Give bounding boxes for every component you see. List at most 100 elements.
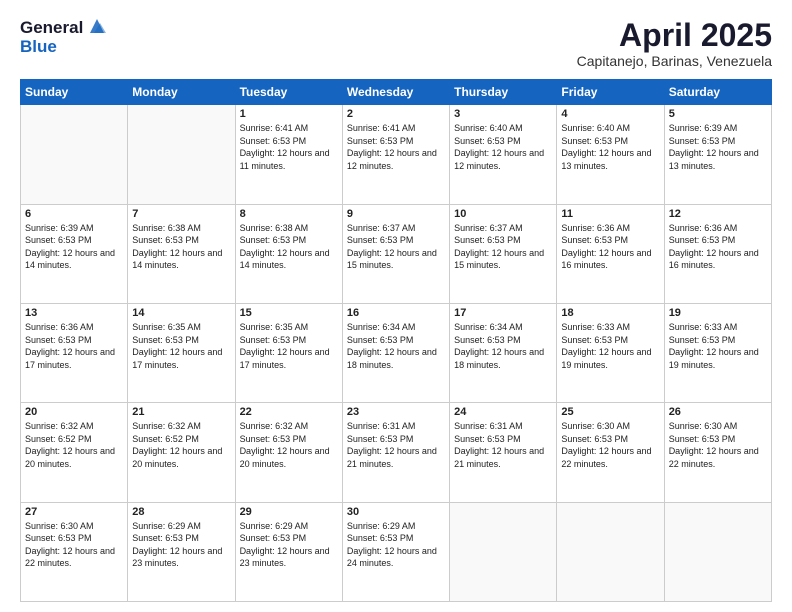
header-thursday: Thursday (450, 80, 557, 105)
day-info: Sunrise: 6:32 AM Sunset: 6:53 PM Dayligh… (240, 420, 338, 470)
title-month: April 2025 (577, 18, 772, 53)
calendar-week-2: 6Sunrise: 6:39 AM Sunset: 6:53 PM Daylig… (21, 204, 772, 303)
calendar-cell: 11 Sunrise: 6:36 AM Sunset: 6:53 PM Dayli… (557, 204, 664, 303)
day-info: Sunrise: 6:29 AM Sunset: 6:53 PM Dayligh… (240, 520, 338, 570)
day-number: 19 (669, 307, 767, 319)
calendar-cell: 16 Sunrise: 6:34 AM Sunset: 6:53 PM Dayli… (342, 303, 449, 402)
day-info: Sunrise: 6:41 AM Sunset: 6:53 PM Dayligh… (347, 122, 445, 172)
title-block: April 2025 Capitanejo, Barinas, Venezuel… (577, 18, 772, 69)
day-info: Sunrise: 6:33 AM Sunset: 6:53 PM Dayligh… (669, 321, 767, 371)
day-info: Sunrise: 6:29 AM Sunset: 6:53 PM Dayligh… (132, 520, 230, 570)
day-number: 30 (347, 506, 445, 518)
day-info: Sunrise: 6:39 AM Sunset: 6:53 PM Dayligh… (25, 222, 123, 272)
header-monday: Monday (128, 80, 235, 105)
day-info: Sunrise: 6:30 AM Sunset: 6:53 PM Dayligh… (669, 420, 767, 470)
calendar-cell: 3Sunrise: 6:40 AM Sunset: 6:53 PM Daylig… (450, 105, 557, 204)
day-info: Sunrise: 6:36 AM Sunset: 6:53 PM Dayligh… (561, 222, 659, 272)
day-info: Sunrise: 6:38 AM Sunset: 6:53 PM Dayligh… (132, 222, 230, 272)
day-info: Sunrise: 6:32 AM Sunset: 6:52 PM Dayligh… (25, 420, 123, 470)
calendar-week-4: 20 Sunrise: 6:32 AM Sunset: 6:52 PM Dayli… (21, 403, 772, 502)
day-number: 3 (454, 108, 552, 120)
calendar-cell: 30 Sunrise: 6:29 AM Sunset: 6:53 PM Dayli… (342, 502, 449, 601)
day-info: Sunrise: 6:34 AM Sunset: 6:53 PM Dayligh… (347, 321, 445, 371)
calendar-cell: 7 Sunrise: 6:38 AM Sunset: 6:53 PM Daylig… (128, 204, 235, 303)
day-info: Sunrise: 6:31 AM Sunset: 6:53 PM Dayligh… (454, 420, 552, 470)
calendar-cell: 24Sunrise: 6:31 AM Sunset: 6:53 PM Dayli… (450, 403, 557, 502)
day-info: Sunrise: 6:30 AM Sunset: 6:53 PM Dayligh… (561, 420, 659, 470)
day-number: 21 (132, 406, 230, 418)
day-number: 9 (347, 208, 445, 220)
day-number: 14 (132, 307, 230, 319)
day-number: 29 (240, 506, 338, 518)
calendar-cell: 25 Sunrise: 6:30 AM Sunset: 6:53 PM Dayli… (557, 403, 664, 502)
calendar-cell: 9 Sunrise: 6:37 AM Sunset: 6:53 PM Daylig… (342, 204, 449, 303)
day-number: 15 (240, 307, 338, 319)
calendar-cell: 12Sunrise: 6:36 AM Sunset: 6:53 PM Dayli… (664, 204, 771, 303)
day-info: Sunrise: 6:34 AM Sunset: 6:53 PM Dayligh… (454, 321, 552, 371)
calendar-week-3: 13Sunrise: 6:36 AM Sunset: 6:53 PM Dayli… (21, 303, 772, 402)
day-number: 10 (454, 208, 552, 220)
header-friday: Friday (557, 80, 664, 105)
calendar-cell: 26 Sunrise: 6:30 AM Sunset: 6:53 PM Dayli… (664, 403, 771, 502)
day-number: 26 (669, 406, 767, 418)
day-info: Sunrise: 6:35 AM Sunset: 6:53 PM Dayligh… (240, 321, 338, 371)
day-number: 23 (347, 406, 445, 418)
day-number: 17 (454, 307, 552, 319)
calendar-cell: 4 Sunrise: 6:40 AM Sunset: 6:53 PM Daylig… (557, 105, 664, 204)
header-saturday: Saturday (664, 80, 771, 105)
calendar-cell: 27 Sunrise: 6:30 AM Sunset: 6:53 PM Dayli… (21, 502, 128, 601)
title-location: Capitanejo, Barinas, Venezuela (577, 53, 772, 69)
logo-blue: Blue (20, 38, 108, 55)
day-info: Sunrise: 6:37 AM Sunset: 6:53 PM Dayligh… (454, 222, 552, 272)
calendar-cell: 17 Sunrise: 6:34 AM Sunset: 6:53 PM Dayli… (450, 303, 557, 402)
calendar-cell: 1 Sunrise: 6:41 AM Sunset: 6:53 PM Daylig… (235, 105, 342, 204)
day-info: Sunrise: 6:38 AM Sunset: 6:53 PM Dayligh… (240, 222, 338, 272)
day-number: 22 (240, 406, 338, 418)
calendar-cell (450, 502, 557, 601)
page: General Blue April 2025 Capitanejo, Bari… (0, 0, 792, 612)
day-info: Sunrise: 6:39 AM Sunset: 6:53 PM Dayligh… (669, 122, 767, 172)
header-sunday: Sunday (21, 80, 128, 105)
calendar-cell (21, 105, 128, 204)
day-number: 2 (347, 108, 445, 120)
calendar-cell: 28 Sunrise: 6:29 AM Sunset: 6:53 PM Dayli… (128, 502, 235, 601)
day-number: 8 (240, 208, 338, 220)
day-number: 25 (561, 406, 659, 418)
day-number: 11 (561, 208, 659, 220)
day-number: 5 (669, 108, 767, 120)
day-info: Sunrise: 6:33 AM Sunset: 6:53 PM Dayligh… (561, 321, 659, 371)
day-info: Sunrise: 6:30 AM Sunset: 6:53 PM Dayligh… (25, 520, 123, 570)
calendar-cell (128, 105, 235, 204)
calendar-cell: 23 Sunrise: 6:31 AM Sunset: 6:53 PM Dayli… (342, 403, 449, 502)
day-info: Sunrise: 6:31 AM Sunset: 6:53 PM Dayligh… (347, 420, 445, 470)
header-tuesday: Tuesday (235, 80, 342, 105)
day-info: Sunrise: 6:32 AM Sunset: 6:52 PM Dayligh… (132, 420, 230, 470)
day-info: Sunrise: 6:29 AM Sunset: 6:53 PM Dayligh… (347, 520, 445, 570)
day-number: 1 (240, 108, 338, 120)
day-info: Sunrise: 6:41 AM Sunset: 6:53 PM Dayligh… (240, 122, 338, 172)
day-info: Sunrise: 6:40 AM Sunset: 6:53 PM Dayligh… (561, 122, 659, 172)
day-number: 16 (347, 307, 445, 319)
day-number: 20 (25, 406, 123, 418)
calendar-cell (664, 502, 771, 601)
calendar-cell: 29 Sunrise: 6:29 AM Sunset: 6:53 PM Dayli… (235, 502, 342, 601)
calendar-cell: 10 Sunrise: 6:37 AM Sunset: 6:53 PM Dayli… (450, 204, 557, 303)
calendar-cell: 18 Sunrise: 6:33 AM Sunset: 6:53 PM Dayli… (557, 303, 664, 402)
day-number: 13 (25, 307, 123, 319)
calendar-cell: 19 Sunrise: 6:33 AM Sunset: 6:53 PM Dayli… (664, 303, 771, 402)
day-number: 18 (561, 307, 659, 319)
calendar-table: Sunday Monday Tuesday Wednesday Thursday… (20, 79, 772, 602)
calendar-cell: 5 Sunrise: 6:39 AM Sunset: 6:53 PM Daylig… (664, 105, 771, 204)
header: General Blue April 2025 Capitanejo, Bari… (20, 18, 772, 69)
calendar-cell: 21 Sunrise: 6:32 AM Sunset: 6:52 PM Dayli… (128, 403, 235, 502)
day-number: 7 (132, 208, 230, 220)
day-number: 28 (132, 506, 230, 518)
calendar-cell: 14Sunrise: 6:35 AM Sunset: 6:53 PM Dayli… (128, 303, 235, 402)
day-number: 12 (669, 208, 767, 220)
calendar-cell: 22 Sunrise: 6:32 AM Sunset: 6:53 PM Dayli… (235, 403, 342, 502)
calendar-cell: 20 Sunrise: 6:32 AM Sunset: 6:52 PM Dayli… (21, 403, 128, 502)
calendar-week-1: 1 Sunrise: 6:41 AM Sunset: 6:53 PM Daylig… (21, 105, 772, 204)
day-number: 4 (561, 108, 659, 120)
day-number: 27 (25, 506, 123, 518)
day-info: Sunrise: 6:37 AM Sunset: 6:53 PM Dayligh… (347, 222, 445, 272)
